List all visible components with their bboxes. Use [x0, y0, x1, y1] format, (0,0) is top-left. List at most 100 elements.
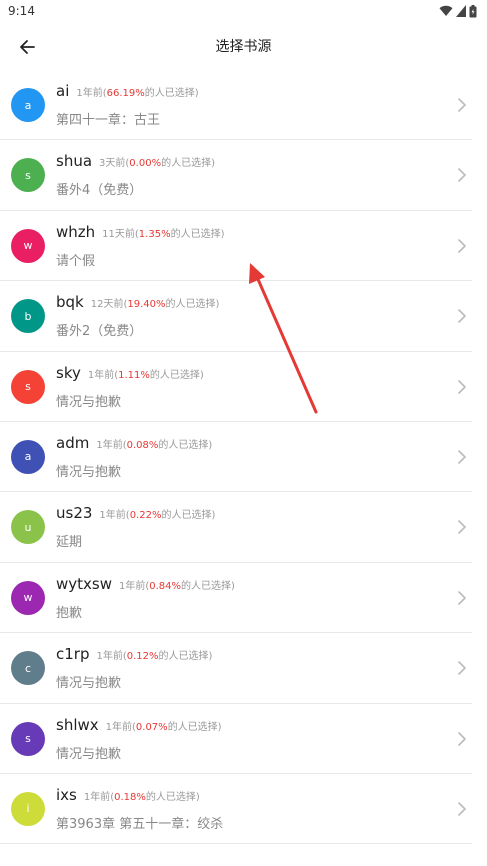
source-name: sky [56, 363, 81, 382]
source-header: adm 1年前(0.08%的人已选择) [56, 434, 447, 452]
source-percentage: 1.11% [118, 369, 150, 381]
source-pct-suffix: 的人已选择) [145, 791, 200, 803]
source-name: ixs [56, 785, 77, 804]
chevron-right-icon [458, 520, 466, 535]
source-meta: 1年前(0.12%的人已选择) [96, 647, 212, 662]
source-header: sky 1年前(1.11%的人已选择) [56, 364, 447, 382]
source-percentage: 0.07% [135, 721, 168, 733]
source-name: adm [56, 433, 90, 452]
source-percentage: 19.40% [127, 299, 166, 311]
source-header: wytxsw 1年前(0.84%的人已选择) [56, 575, 447, 593]
source-item[interactable]: u us23 1年前(0.22%的人已选择) 延期 [0, 492, 487, 564]
latest-chapter: 第四十一章：古王 [56, 113, 161, 128]
source-avatar: w [11, 228, 45, 263]
source-name: shua [56, 152, 93, 171]
source-avatar: u [11, 510, 45, 545]
source-item[interactable]: s shlwx 1年前(0.07%的人已选择) 情况与抱歉 [0, 704, 487, 775]
source-meta: 1年前(0.08%的人已选择) [96, 436, 212, 451]
source-header: shua 3天前(0.00%的人已选择) [56, 152, 447, 170]
source-info: bqk 12天前(19.40%的人已选择) 番外2（免费） [56, 293, 447, 339]
source-percentage: 0.22% [129, 510, 162, 522]
source-time: 1年前( [76, 88, 107, 99]
latest-chapter: 请个假 [56, 253, 96, 269]
source-avatar: i [11, 791, 45, 826]
source-time: 12天前( [90, 299, 128, 311]
chevron-right-icon [458, 238, 466, 253]
source-avatar: s [11, 721, 45, 756]
source-meta: 1年前(0.22%的人已选择) [99, 506, 215, 521]
source-info: adm 1年前(0.08%的人已选择) 情况与抱歉 [56, 434, 447, 480]
source-percentage: 0.00% [129, 158, 162, 170]
source-meta: 12天前(19.40%的人已选择) [91, 295, 220, 310]
source-percentage: 1.35% [138, 228, 171, 240]
latest-chapter: 番外2（免费） [56, 324, 143, 340]
source-pct-suffix: 的人已选择) [149, 369, 204, 381]
source-item[interactable]: w whzh 11天前(1.35%的人已选择) 请个假 [0, 211, 487, 282]
source-list: a ai 1年前(66.19%的人已选择) 第四十一章：古王 s shua 3天前(0.00… [0, 70, 487, 845]
battery-icon [469, 4, 477, 17]
chevron-right-icon [458, 661, 466, 675]
source-info: c1rp 1年前(0.12%的人已选择) 情况与抱歉 [56, 645, 447, 691]
source-item[interactable]: s shua 3天前(0.00%的人已选择) 番外4（免费） [0, 140, 487, 212]
source-info: us23 1年前(0.22%的人已选择) 延期 [56, 504, 447, 550]
source-item[interactable]: c c1rp 1年前(0.12%的人已选择) 情况与抱歉 [0, 633, 487, 704]
source-name: bqk [56, 293, 84, 312]
source-header: ixs 1年前(0.18%的人已选择) [56, 786, 447, 804]
chevron-right-icon [458, 379, 466, 394]
source-time: 1年前( [105, 721, 136, 733]
source-item[interactable]: a adm 1年前(0.08%的人已选择) 情况与抱歉 [0, 422, 487, 493]
source-meta: 1年前(0.84%的人已选择) [119, 577, 235, 592]
wifi-icon [439, 5, 453, 17]
arrow-left-icon [20, 40, 35, 54]
chevron-right-icon [458, 98, 466, 112]
chevron-right-icon [458, 309, 466, 323]
latest-chapter: 延期 [56, 535, 83, 551]
source-percentage: 0.12% [126, 651, 159, 663]
source-header: shlwx 1年前(0.07%的人已选择) [56, 716, 447, 734]
source-name: ai [56, 82, 70, 100]
source-avatar: a [11, 88, 45, 122]
source-item[interactable]: a ai 1年前(66.19%的人已选择) 第四十一章：古王 [0, 70, 487, 141]
source-pct-suffix: 的人已选择) [161, 158, 215, 170]
source-item[interactable]: b bqk 12天前(19.40%的人已选择) 番外2（免费） [0, 281, 487, 352]
chevron-right-icon [458, 590, 466, 605]
source-time: 1年前( [87, 369, 119, 381]
source-meta: 1年前(0.18%的人已选择) [84, 788, 200, 803]
source-item[interactable]: w wytxsw 1年前(0.84%的人已选择) 抱歉 [0, 563, 487, 634]
source-name: shlwx [56, 715, 99, 734]
source-percentage: 0.18% [114, 791, 146, 803]
source-pct-suffix: 的人已选择) [165, 299, 220, 311]
latest-chapter: 情况与抱歉 [56, 746, 122, 762]
source-meta: 1年前(0.07%的人已选择) [106, 718, 222, 733]
chevron-right-icon [458, 450, 466, 464]
source-time: 11天前( [102, 228, 139, 240]
source-header: bqk 12天前(19.40%的人已选择) [56, 293, 447, 311]
source-avatar: a [11, 439, 45, 474]
chevron-right-icon [458, 168, 466, 183]
source-percentage: 0.08% [126, 439, 159, 451]
source-name: whzh [56, 222, 96, 241]
source-time: 1年前( [96, 439, 127, 451]
source-name: c1rp [56, 645, 90, 664]
source-item[interactable]: i ixs 1年前(0.18%的人已选择) 第3963章 第五十一章：绞杀 [0, 774, 487, 845]
latest-chapter: 番外4（免费） [56, 183, 143, 199]
source-meta: 11天前(1.35%的人已选择) [102, 225, 224, 240]
back-button[interactable] [14, 34, 40, 60]
source-pct-suffix: 的人已选择) [181, 580, 235, 592]
latest-chapter: 第3963章 第五十一章：绞杀 [56, 816, 224, 832]
source-time: 1年前( [119, 580, 150, 592]
source-info: shlwx 1年前(0.07%的人已选择) 情况与抱歉 [56, 716, 447, 762]
source-pct-suffix: 的人已选择) [167, 721, 222, 733]
source-avatar: b [11, 299, 45, 334]
source-header: whzh 11天前(1.35%的人已选择) [56, 223, 447, 241]
source-percentage: 0.84% [149, 580, 182, 592]
source-time: 3天前( [99, 158, 130, 170]
status-time: 9:14 [8, 4, 35, 18]
chevron-right-icon [458, 802, 466, 816]
latest-chapter: 抱歉 [56, 605, 83, 621]
latest-chapter: 情况与抱歉 [56, 676, 122, 692]
source-item[interactable]: s sky 1年前(1.11%的人已选择) 情况与抱歉 [0, 352, 487, 423]
signal-icon [456, 5, 466, 17]
source-info: whzh 11天前(1.35%的人已选择) 请个假 [56, 223, 447, 269]
source-avatar: w [11, 580, 45, 615]
